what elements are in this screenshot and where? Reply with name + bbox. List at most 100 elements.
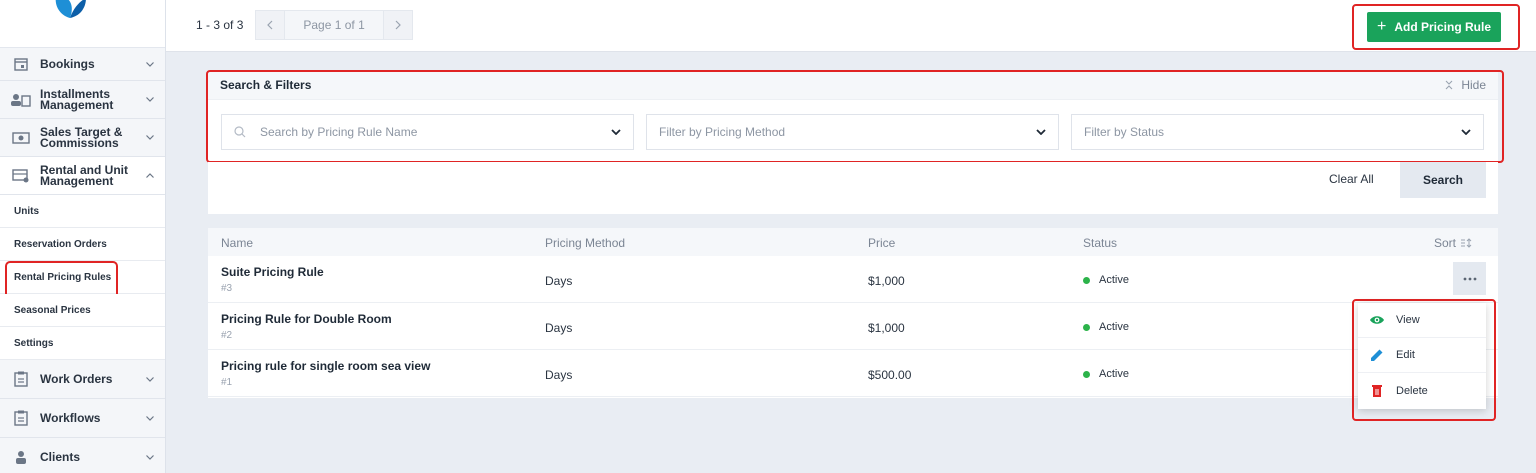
status-dot xyxy=(1083,323,1090,331)
menu-item-view[interactable]: View xyxy=(1358,303,1486,338)
result-count: 1 - 3 of 3 xyxy=(196,18,244,32)
rule-method: Days xyxy=(545,368,573,382)
plus-icon: + xyxy=(1376,18,1387,35)
status-dot xyxy=(1083,276,1090,284)
status-dot xyxy=(1083,370,1090,378)
search-icon xyxy=(234,126,246,138)
rule-price: $500.00 xyxy=(868,368,912,382)
chevron-down-icon xyxy=(1461,129,1471,135)
sort-icon xyxy=(1461,238,1472,248)
chevron-down-icon xyxy=(145,374,155,384)
sidebar-item-label: Workflows xyxy=(40,411,101,425)
chevron-down-icon xyxy=(145,452,155,462)
row-actions-button[interactable] xyxy=(1453,262,1486,295)
rule-id: #3 xyxy=(221,283,233,294)
column-price: Price xyxy=(868,236,896,250)
user-icon xyxy=(10,448,32,466)
rule-price: $1,000 xyxy=(868,274,905,288)
filters-title: Search & Filters xyxy=(220,77,312,92)
pricing-method-select[interactable]: Filter by Pricing Method xyxy=(646,114,1059,150)
menu-item-label: View xyxy=(1396,314,1420,326)
menu-item-label: Delete xyxy=(1396,384,1428,397)
table-row[interactable]: Suite Pricing Rule #3 Days $1,000 Active xyxy=(208,256,1498,303)
rule-id: #1 xyxy=(221,377,233,388)
sidebar-item-work-orders[interactable]: Work Orders xyxy=(0,360,165,399)
clipboard-icon xyxy=(10,370,32,388)
pagination: 1 - 3 of 3 Page 1 of 1 xyxy=(196,10,413,40)
trash-icon xyxy=(1368,382,1386,400)
sort-button[interactable]: Sort xyxy=(1434,236,1472,250)
rule-name: Pricing Rule for Double Room xyxy=(221,312,392,326)
sort-label: Sort xyxy=(1434,236,1457,250)
sidebar-item-label: Clients xyxy=(40,450,81,464)
hide-filters-button[interactable]: Hide xyxy=(1445,78,1486,92)
sidebar-subitem-rental-pricing-rules[interactable]: Rental Pricing Rules xyxy=(0,261,165,299)
menu-item-edit[interactable]: Edit xyxy=(1358,338,1486,373)
hide-label: Hide xyxy=(1461,77,1486,92)
column-name: Name xyxy=(221,236,254,250)
sidebar-item-label: Bookings xyxy=(40,57,95,71)
chevron-down-icon xyxy=(1036,129,1046,135)
status-placeholder: Filter by Status xyxy=(1084,125,1165,139)
sidebar-item-clients[interactable]: Clients xyxy=(0,438,165,473)
add-pricing-rule-label: Add Pricing Rule xyxy=(1394,20,1492,34)
sidebar-item-sales-target[interactable]: Sales Target & Commissions xyxy=(0,119,165,157)
column-pricing-method: Pricing Method xyxy=(545,236,626,250)
sidebar-subitem-settings[interactable]: Settings xyxy=(0,327,165,360)
calendar-icon xyxy=(10,55,32,73)
status-select[interactable]: Filter by Status xyxy=(1071,114,1484,150)
top-bar: 1 - 3 of 3 Page 1 of 1 + Add Pricing Rul… xyxy=(166,0,1536,52)
sidebar-item-workflows[interactable]: Workflows xyxy=(0,399,165,438)
chevron-up-icon xyxy=(145,171,155,181)
prev-page-button[interactable] xyxy=(255,10,286,40)
eye-icon xyxy=(1368,311,1386,329)
people-icon xyxy=(10,91,32,109)
clear-all-button[interactable]: Clear All xyxy=(1329,172,1374,186)
table-row[interactable]: Pricing rule for single room sea view #1… xyxy=(208,350,1498,397)
column-status: Status xyxy=(1083,236,1118,250)
status-badge: Active xyxy=(1083,368,1129,380)
sidebar-subitem-seasonal-prices[interactable]: Seasonal Prices xyxy=(0,294,165,327)
sidebar-item-installments[interactable]: Installments Management xyxy=(0,81,165,119)
pricing-rules-table: Name Pricing Method Price Status Sort Su… xyxy=(208,228,1498,398)
rental-icon xyxy=(10,167,32,185)
chevron-right-icon xyxy=(395,20,401,30)
table-row[interactable]: Pricing Rule for Double Room #2 Days $1,… xyxy=(208,303,1498,350)
sidebar: Bookings Installments Management Sales Ta… xyxy=(0,0,166,473)
method-placeholder: Filter by Pricing Method xyxy=(659,125,786,139)
add-pricing-rule-button[interactable]: + Add Pricing Rule xyxy=(1367,12,1501,42)
rule-price: $1,000 xyxy=(868,321,905,335)
next-page-button[interactable] xyxy=(382,10,413,40)
menu-item-delete[interactable]: Delete xyxy=(1358,373,1486,408)
chevron-down-icon xyxy=(145,133,155,143)
rule-method: Days xyxy=(545,274,573,288)
search-pricing-rule-select[interactable]: Search by Pricing Rule Name xyxy=(221,114,634,150)
sidebar-item-label: Sales Target & Commissions xyxy=(40,124,123,150)
sidebar-subitem-reservation-orders[interactable]: Reservation Orders xyxy=(0,228,165,261)
sidebar-item-bookings[interactable]: Bookings xyxy=(0,48,165,81)
add-button-highlight: + Add Pricing Rule xyxy=(1352,4,1520,50)
status-badge: Active xyxy=(1083,274,1129,286)
menu-item-label: Edit xyxy=(1396,349,1415,361)
rule-method: Days xyxy=(545,321,573,335)
rule-id: #2 xyxy=(221,330,233,341)
logo[interactable] xyxy=(0,0,165,48)
chevron-down-icon xyxy=(611,129,621,135)
butterfly-logo-icon xyxy=(55,0,86,18)
table-header: Name Pricing Method Price Status Sort xyxy=(208,228,1498,256)
search-button[interactable]: Search xyxy=(1400,162,1486,198)
status-badge: Active xyxy=(1083,321,1129,333)
sidebar-item-label: Installments Management xyxy=(40,86,114,112)
pencil-icon xyxy=(1368,346,1386,364)
clipboard-icon xyxy=(10,409,32,427)
page-info: Page 1 of 1 xyxy=(285,10,383,40)
rule-name: Pricing rule for single room sea view xyxy=(221,359,431,373)
chevron-down-icon xyxy=(145,413,155,423)
chevron-down-icon xyxy=(145,95,155,105)
sidebar-item-rental[interactable]: Rental and Unit Management xyxy=(0,157,165,195)
sidebar-subitem-units[interactable]: Units xyxy=(0,195,165,228)
sidebar-item-label: Rental and Unit Management xyxy=(40,162,129,188)
rule-name: Suite Pricing Rule xyxy=(221,265,324,279)
filters-header: Search & Filters Hide xyxy=(208,70,1498,100)
row-actions-menu: View Edit Delete xyxy=(1358,303,1486,409)
